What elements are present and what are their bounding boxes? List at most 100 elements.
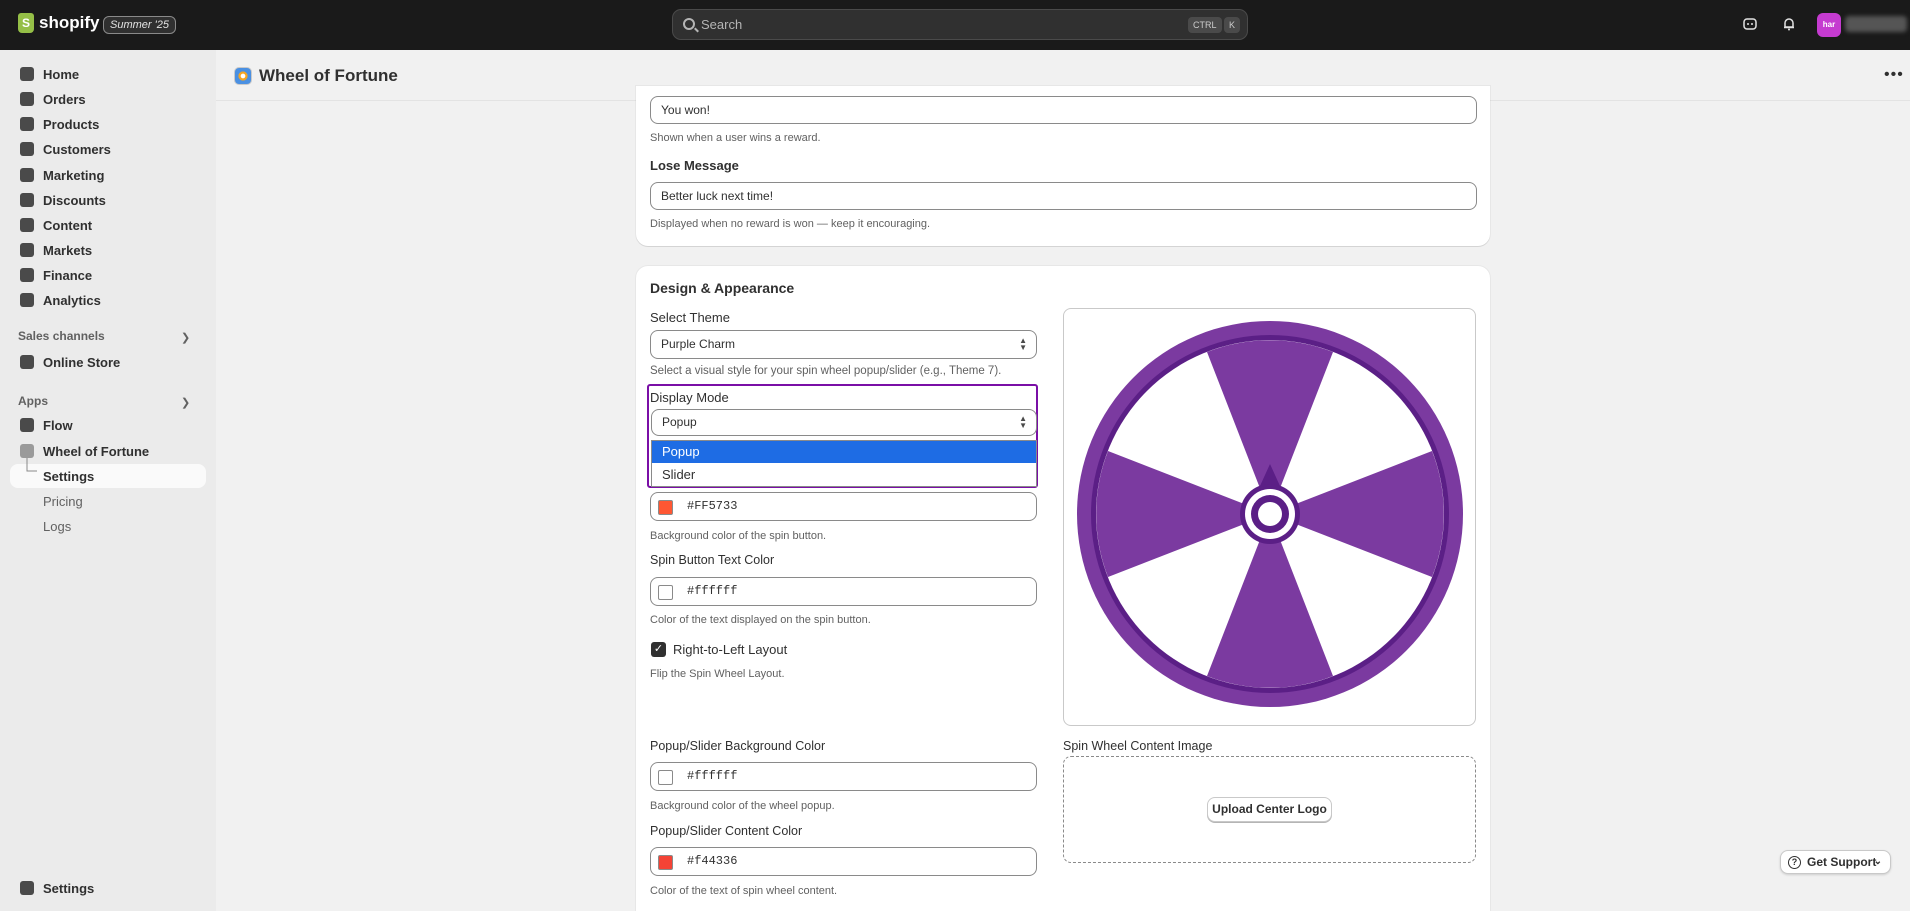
sidebar-item-online-store[interactable]: Online Store [10, 350, 206, 374]
sidebar-item-label: Pricing [43, 493, 83, 509]
sidebar-item-label: Flow [43, 417, 73, 433]
display-mode-select[interactable]: Popup ▲ ▼ [651, 409, 1037, 436]
page-title-text: Wheel of Fortune [259, 66, 398, 85]
sidebar-item-analytics[interactable]: Analytics [10, 288, 206, 312]
sidebar-item-label: Online Store [43, 354, 121, 370]
apps-title[interactable]: Apps [18, 394, 48, 408]
sidebar-item-label: Content [43, 217, 93, 233]
win-message-input[interactable]: You won! [650, 96, 1477, 124]
sidebar-item-content[interactable]: Content [10, 213, 206, 237]
get-support-button[interactable]: ? Get Support ⌄ [1780, 850, 1891, 874]
spin-wheel-graphic [1077, 321, 1463, 707]
popup-content-input[interactable]: #f44336 [650, 847, 1037, 876]
spin-text-color-label: Spin Button Text Color [650, 553, 775, 567]
content-image-label: Spin Wheel Content Image [1063, 739, 1213, 753]
wheel-preview [1063, 308, 1476, 726]
edition-badge[interactable]: Summer '25 [103, 16, 176, 34]
option-popup[interactable]: Popup [652, 441, 1036, 463]
theme-help: Select a visual style for your spin whee… [650, 365, 1002, 377]
orders-icon [20, 92, 34, 106]
shopify-bag-icon [18, 13, 34, 33]
theme-select-value: Purple Charm [661, 337, 736, 351]
sidebar-item-label: Home [43, 66, 80, 82]
color-swatch[interactable] [658, 585, 673, 600]
more-actions-icon[interactable]: ••• [1884, 66, 1904, 84]
sidebar-item-label: Finance [43, 267, 93, 283]
sidebar-item-label: Logs [43, 518, 72, 534]
rtl-checkbox[interactable]: ✓ [651, 642, 666, 657]
sidebar-subitem-logs[interactable]: Logs [10, 514, 206, 538]
sidebar-item-label: Settings [43, 880, 95, 896]
help-icon: ? [1788, 856, 1801, 869]
sidebar-subitem-settings[interactable]: Settings [10, 464, 206, 488]
color-swatch[interactable] [658, 855, 673, 870]
chat-icon[interactable] [1741, 16, 1759, 34]
theme-select[interactable]: Purple Charm ▲ ▼ [650, 330, 1037, 359]
store-name-blurred[interactable] [1845, 16, 1907, 32]
spin-button-bg-help: Background color of the spin button. [650, 530, 827, 542]
globe-icon [20, 243, 34, 257]
shortcut-ctrl: CTRL [1188, 17, 1222, 33]
top-bar: shopify Summer '25 Search CTRL K har [0, 0, 1910, 50]
sidebar-item-orders[interactable]: Orders [10, 87, 206, 111]
wheel-app-icon [234, 67, 252, 85]
spin-text-color-help: Color of the text displayed on the spin … [650, 614, 871, 626]
popup-bg-value: #ffffff [687, 769, 738, 783]
brand-name: shopify [39, 13, 100, 32]
avatar[interactable]: har [1817, 13, 1841, 37]
rtl-help: Flip the Spin Wheel Layout. [650, 668, 785, 680]
sidebar-item-label: Products [43, 116, 100, 132]
tag-icon [20, 117, 34, 131]
sidebar-item-flow[interactable]: Flow [10, 413, 206, 437]
sidebar-item-marketing[interactable]: Marketing [10, 163, 206, 187]
shortcut-k: K [1224, 17, 1241, 33]
sidebar-subitem-pricing[interactable]: Pricing [10, 489, 206, 513]
sidebar-item-wheel-of-fortune[interactable]: Wheel of Fortune [10, 439, 206, 463]
target-icon [20, 168, 34, 182]
color-swatch[interactable] [658, 500, 673, 515]
sidebar-item-label: Wheel of Fortune [43, 443, 150, 459]
shopify-logo[interactable]: shopify [18, 13, 99, 33]
sales-channels-title[interactable]: Sales channels [18, 329, 105, 343]
bell-icon[interactable] [1780, 16, 1798, 34]
search-icon [683, 18, 695, 30]
popup-bg-help: Background color of the wheel popup. [650, 800, 835, 812]
wheel-app-icon [20, 444, 34, 458]
store-icon [20, 355, 34, 369]
chevron-right-icon[interactable]: ❯ [181, 331, 190, 344]
sidebar-item-discounts[interactable]: Discounts [10, 188, 206, 212]
sidebar-item-settings[interactable]: Settings [10, 876, 206, 900]
popup-content-help: Color of the text of spin wheel content. [650, 885, 838, 897]
option-slider[interactable]: Slider [652, 464, 1036, 486]
display-mode-dropdown: Popup Slider [651, 440, 1037, 487]
rtl-label[interactable]: Right-to-Left Layout [673, 642, 787, 657]
search-bar[interactable]: Search CTRL K [672, 9, 1248, 40]
discount-icon [20, 193, 34, 207]
sidebar-item-customers[interactable]: Customers [10, 137, 206, 161]
search-placeholder: Search [701, 17, 743, 32]
lose-message-help: Displayed when no reward is won — keep i… [650, 218, 931, 230]
sidebar-item-label: Settings [43, 468, 95, 484]
select-arrows-icon: ▲ ▼ [1019, 414, 1027, 430]
sidebar-item-finance[interactable]: Finance [10, 263, 206, 287]
chevron-right-icon[interactable]: ❯ [181, 396, 190, 409]
popup-content-value: #f44336 [687, 854, 738, 868]
lose-message-input[interactable]: Better luck next time! [650, 182, 1477, 210]
theme-label: Select Theme [650, 310, 730, 325]
sidebar-item-markets[interactable]: Markets [10, 238, 206, 262]
select-arrows-icon: ▲ ▼ [1019, 336, 1027, 352]
tree-connector [26, 458, 37, 472]
color-swatch[interactable] [658, 770, 673, 785]
gear-icon [20, 881, 34, 895]
sidebar-item-home[interactable]: Home [10, 62, 206, 86]
spin-button-bg-input[interactable]: #FF5733 [650, 492, 1037, 521]
sidebar-item-products[interactable]: Products [10, 112, 206, 136]
popup-content-label: Popup/Slider Content Color [650, 824, 803, 838]
upload-center-logo-button[interactable]: Upload Center Logo [1207, 797, 1332, 822]
spin-button-bg-value: #FF5733 [687, 499, 738, 513]
sidebar-item-label: Marketing [43, 167, 105, 183]
content-icon [20, 218, 34, 232]
spin-text-color-input[interactable]: #ffffff [650, 577, 1037, 606]
popup-bg-input[interactable]: #ffffff [650, 762, 1037, 791]
flow-icon [20, 418, 34, 432]
